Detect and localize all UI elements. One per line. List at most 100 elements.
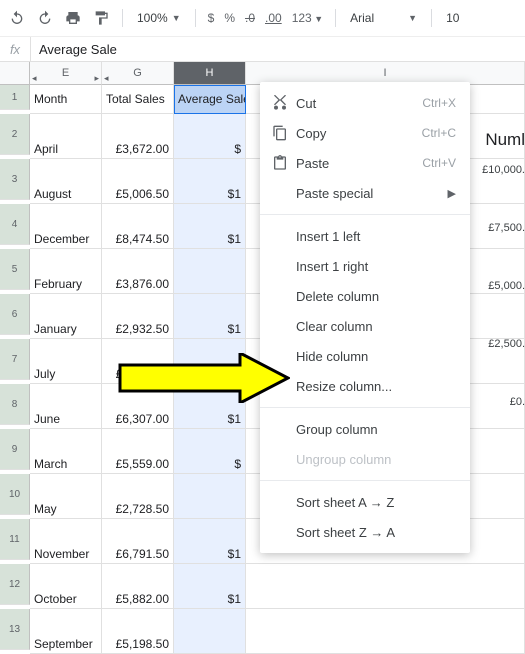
row-header[interactable]: 3 [0,159,30,200]
cell[interactable]: Month [30,85,102,114]
formula-bar-input[interactable]: Average Sale [31,42,525,57]
cell[interactable]: $ [174,429,246,474]
decrease-decimal-button[interactable]: .0 [243,11,257,25]
cell[interactable]: $1 [174,384,246,429]
column-header-h[interactable]: H [174,62,246,85]
cell[interactable] [174,474,246,519]
menu-shortcut: Ctrl+X [422,96,456,110]
cell[interactable]: June [30,384,102,429]
cell[interactable]: Average Sale [174,85,246,114]
undo-button[interactable] [6,7,28,29]
zoom-dropdown[interactable]: 100%▼ [133,11,185,25]
cell[interactable]: £6,307.00 [102,384,174,429]
increase-decimal-button[interactable]: .00 [263,11,284,25]
cell[interactable]: £6,791.50 [102,519,174,564]
row-header[interactable]: 8 [0,384,30,425]
menu-label: Paste [296,156,422,171]
menu-separator [260,480,470,481]
cell[interactable]: £3,876.00 [102,249,174,294]
cell[interactable]: $1 [174,564,246,609]
cell[interactable]: January [30,294,102,339]
cell[interactable]: £5,882.00 [102,564,174,609]
redo-button[interactable] [34,7,56,29]
print-button[interactable] [62,7,84,29]
cell[interactable]: £2,932.50 [102,294,174,339]
cell[interactable]: July [30,339,102,384]
separator [122,9,123,27]
menu-sort-za[interactable]: Sort sheet Z → A [260,517,470,547]
cell[interactable]: $1 [174,339,246,384]
expand-left-icon[interactable]: ◂ [104,67,109,89]
cell[interactable]: December [30,204,102,249]
cell[interactable]: February [30,249,102,294]
column-header-g[interactable]: ◂G [102,62,174,85]
menu-delete-column[interactable]: Delete column [260,281,470,311]
cell[interactable]: November [30,519,102,564]
menu-group-column[interactable]: Group column [260,414,470,444]
cell[interactable] [246,564,525,609]
format-percent-button[interactable]: % [222,11,237,25]
cell[interactable]: £3,672.00 [102,114,174,159]
cell[interactable]: October [30,564,102,609]
cell[interactable]: April [30,114,102,159]
menu-separator [260,214,470,215]
separator [195,9,196,27]
axis-tick: £5,000. [477,280,525,292]
menu-paste[interactable]: Paste Ctrl+V [260,148,470,178]
expand-left-icon[interactable]: ◂ [32,67,37,89]
row-header[interactable]: 12 [0,564,30,605]
font-size-input[interactable]: 10 [442,11,463,25]
menu-insert-right[interactable]: Insert 1 right [260,251,470,281]
axis-tick: £10,000. [477,164,525,176]
cell[interactable] [174,609,246,654]
menu-cut[interactable]: Cut Ctrl+X [260,88,470,118]
row-header[interactable]: 13 [0,609,30,650]
cell[interactable]: £2,728.50 [102,474,174,519]
cell[interactable]: August [30,159,102,204]
cell[interactable]: $1 [174,294,246,339]
format-currency-button[interactable]: $ [206,11,217,25]
cell[interactable]: £8,474.50 [102,204,174,249]
separator [335,9,336,27]
cell[interactable]: $1 [174,159,246,204]
menu-resize-column[interactable]: Resize column... [260,371,470,401]
cell[interactable]: £5,006.50 [102,159,174,204]
cell[interactable]: $1 [174,519,246,564]
menu-label: Group column [296,422,456,437]
row-header[interactable]: 11 [0,519,30,560]
menu-paste-special[interactable]: Paste special ▶ [260,178,470,208]
cell[interactable] [174,249,246,294]
more-formats-dropdown[interactable]: 123 ▼ [290,11,325,25]
menu-clear-column[interactable]: Clear column [260,311,470,341]
row-header[interactable]: 6 [0,294,30,335]
row-header[interactable]: 10 [0,474,30,515]
cell[interactable]: £5,198.50 [102,609,174,654]
column-header-e[interactable]: ◂E▸ [30,62,102,85]
menu-sort-az[interactable]: Sort sheet A → Z [260,487,470,517]
chevron-down-icon: ▼ [312,14,323,24]
chevron-down-icon: ▼ [172,13,181,23]
cell[interactable] [246,609,525,654]
cell[interactable]: £5,559.00 [102,429,174,474]
cell[interactable]: $1 [174,204,246,249]
row-header[interactable]: 5 [0,249,30,290]
cell[interactable]: Total Sales [102,85,174,114]
cell[interactable]: $ [174,114,246,159]
menu-hide-column[interactable]: Hide column [260,341,470,371]
expand-right-icon[interactable]: ▸ [94,67,99,89]
menu-shortcut: Ctrl+V [422,156,456,170]
select-all-corner[interactable] [0,62,30,85]
row-header[interactable]: 9 [0,429,30,470]
font-family-dropdown[interactable]: Arial▼ [346,11,421,25]
menu-copy[interactable]: Copy Ctrl+C [260,118,470,148]
row-header[interactable]: 7 [0,339,30,380]
cell[interactable]: September [30,609,102,654]
paint-format-button[interactable] [90,7,112,29]
cell[interactable]: May [30,474,102,519]
row-header[interactable]: 4 [0,204,30,245]
menu-insert-left[interactable]: Insert 1 left [260,221,470,251]
cell[interactable]: £4,607.00 [102,339,174,384]
row-header[interactable]: 1 [0,85,30,110]
cell[interactable]: March [30,429,102,474]
row-header[interactable]: 2 [0,114,30,155]
